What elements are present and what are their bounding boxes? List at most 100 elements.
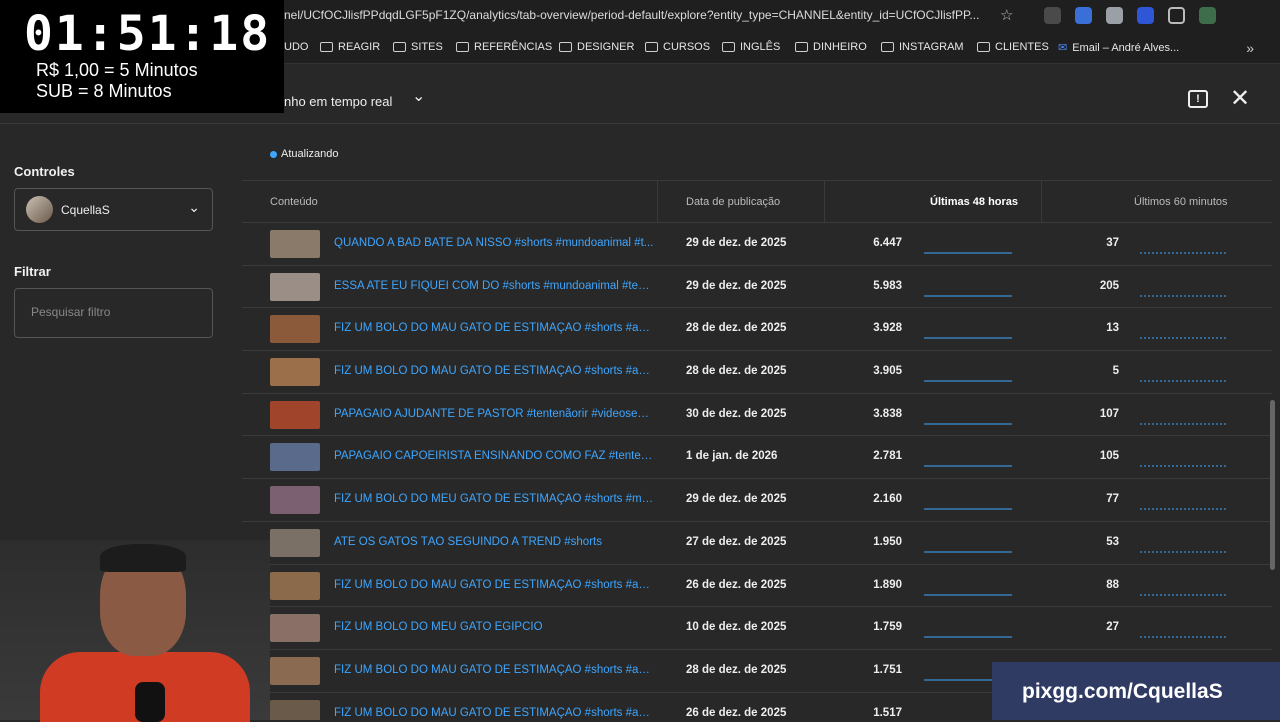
- video-title-link[interactable]: ESSA ATÉ EU FIQUEI COM DÓ #shorts #mundo…: [334, 280, 654, 292]
- avatar: [26, 196, 53, 223]
- video-title-link[interactable]: ATÉ OS GATOS TÃO SEGUINDO A TREND #short…: [334, 536, 654, 548]
- table-row[interactable]: FIZ UM BOLO DO MAU GATO DE ESTIMAÇÃO #sh…: [242, 308, 1272, 352]
- table-row[interactable]: QUANDO A BAD BATE DÁ NISSO #shorts #mund…: [242, 223, 1272, 266]
- column-header-60m[interactable]: Últimos 60 minutos: [1134, 196, 1228, 208]
- bookmark-item[interactable]: INSTAGRAM: [881, 41, 964, 53]
- table-row[interactable]: ATÉ OS GATOS TÃO SEGUINDO A TREND #short…: [242, 522, 1272, 565]
- video-title-link[interactable]: QUANDO A BAD BATE DÁ NISSO #shorts #mund…: [334, 237, 654, 249]
- chevron-down-icon[interactable]: ⌄: [412, 86, 425, 106]
- video-title-link[interactable]: FIZ UM BOLO DO MEU GATO DE ESTIMAÇÃO #sh…: [334, 493, 654, 505]
- sparkline-48h: [924, 295, 1012, 297]
- address-bar[interactable]: nel/UCfOCJlisfPPdqdLGF5pF1ZQ/analytics/t…: [284, 8, 979, 22]
- close-icon[interactable]: ✕: [1230, 84, 1250, 113]
- donation-link: pixgg.com/CquellaS: [1022, 680, 1223, 703]
- views-48h: 1.950: [873, 535, 902, 548]
- microphone: [135, 682, 165, 722]
- video-thumbnail[interactable]: [270, 486, 320, 515]
- video-thumbnail[interactable]: [270, 528, 320, 557]
- extension-icon[interactable]: [1106, 7, 1123, 24]
- publish-date: 27 de dez. de 2025: [686, 535, 787, 548]
- feedback-icon[interactable]: !: [1188, 90, 1208, 108]
- table-row[interactable]: FIZ UM BOLO DO MEU GATO EGÍPCIO 10 de dez…: [242, 607, 1272, 650]
- bookmark-item[interactable]: REFERÊNCIAS: [456, 41, 552, 53]
- bookmark-item[interactable]: INGLÊS: [722, 41, 780, 53]
- channel-name: CquellaS: [61, 203, 110, 217]
- views-60m: 27: [1106, 621, 1119, 634]
- filter-field[interactable]: [14, 288, 213, 338]
- views-48h: 1.890: [873, 578, 902, 591]
- table-row[interactable]: PAPAGAIO AJUDANTE DE PASTOR #tentenãorir…: [242, 394, 1272, 437]
- filter-input[interactable]: [31, 305, 201, 319]
- column-header-date[interactable]: Data de publicação: [686, 196, 780, 208]
- sparkline-48h: [924, 551, 1012, 553]
- video-thumbnail[interactable]: [270, 272, 320, 301]
- video-title-link[interactable]: FIZ UM BOLO DO MEU GATO EGÍPCIO: [334, 621, 654, 633]
- publish-date: 1 de jan. de 2026: [686, 450, 778, 463]
- views-48h: 5.983: [873, 279, 902, 292]
- views-60m: 13: [1106, 322, 1119, 335]
- status-indicator: Atualizando: [270, 148, 339, 160]
- views-48h: 1.751: [873, 663, 902, 676]
- sparkline-60m: [1140, 636, 1228, 638]
- video-title-link[interactable]: FIZ UM BOLO DO MAU GATO DE ESTIMAÇÃO #sh…: [334, 322, 654, 334]
- video-thumbnail[interactable]: [270, 400, 320, 429]
- video-title-link[interactable]: FIZ UM BOLO DO MAU GATO DE ESTIMAÇÃO #sh…: [334, 365, 654, 377]
- donation-banner: pixgg.com/CquellaS: [992, 662, 1280, 720]
- video-title-link[interactable]: PAPAGAIO CAPOEIRISTA ENSINANDO COMO FAZ …: [334, 450, 654, 462]
- video-title-link[interactable]: PAPAGAIO AJUDANTE DE PASTOR #tentenãorir…: [334, 408, 654, 420]
- bookmark-star-icon[interactable]: ☆: [1000, 6, 1013, 24]
- bookmark-item[interactable]: CLIENTES: [977, 41, 1049, 53]
- video-title-link[interactable]: FIZ UM BOLO DO MAU GATO DE ESTIMAÇÃO #sh…: [334, 664, 654, 676]
- extension-icon[interactable]: [1044, 7, 1061, 24]
- sparkline-48h: [924, 380, 1012, 382]
- table-row[interactable]: PAPAGAIO CAPOEIRISTA ENSINANDO COMO FAZ …: [242, 436, 1272, 480]
- video-title-link[interactable]: FIZ UM BOLO DO MAU GATO DE ESTIMAÇÃO #sh…: [334, 579, 654, 591]
- bookmark-item[interactable]: ✉ Email – André Alves...: [1058, 41, 1179, 55]
- bookmark-item[interactable]: DINHEIRO: [795, 41, 867, 53]
- video-title-link[interactable]: FIZ UM BOLO DO MAU GATO DE ESTIMAÇÃO #sh…: [334, 707, 654, 719]
- timer-clock: 01:51:18: [24, 6, 272, 62]
- video-thumbnail[interactable]: [270, 699, 320, 720]
- column-header-content[interactable]: Conteúdo: [270, 196, 318, 208]
- column-header-48h[interactable]: Últimas 48 horas: [930, 196, 1018, 208]
- video-thumbnail[interactable]: [270, 571, 320, 600]
- video-thumbnail[interactable]: [270, 315, 320, 344]
- sparkline-60m: [1140, 423, 1228, 425]
- folder-icon: [320, 42, 333, 52]
- video-thumbnail[interactable]: [270, 358, 320, 387]
- column-divider: [1041, 181, 1042, 223]
- status-text: Atualizando: [281, 148, 339, 160]
- views-60m: 53: [1106, 535, 1119, 548]
- bookmark-item[interactable]: CURSOS: [645, 41, 710, 53]
- video-thumbnail[interactable]: [270, 656, 320, 685]
- sparkline-48h: [924, 423, 1012, 425]
- email-icon: ✉: [1058, 42, 1068, 54]
- video-thumbnail[interactable]: [270, 614, 320, 643]
- sparkline-60m: [1140, 295, 1228, 297]
- puzzle-icon[interactable]: [1168, 7, 1185, 24]
- sparkline-60m: [1140, 337, 1228, 339]
- bookmark-item[interactable]: REAGIR: [320, 41, 380, 53]
- table-row[interactable]: FIZ UM BOLO DO MAU GATO DE ESTIMAÇÃO #sh…: [242, 565, 1272, 608]
- video-thumbnail[interactable]: [270, 443, 320, 472]
- bookmark-item[interactable]: SITES: [393, 41, 443, 53]
- channel-selector[interactable]: CquellaS ⌄: [14, 188, 213, 231]
- scrollbar[interactable]: [1270, 400, 1275, 570]
- extension-icon[interactable]: [1137, 7, 1154, 24]
- sparkline-60m: [1140, 594, 1228, 595]
- video-thumbnail[interactable]: [270, 230, 320, 258]
- views-48h: 1.517: [873, 706, 902, 719]
- table-row[interactable]: ESSA ATÉ EU FIQUEI COM DÓ #shorts #mundo…: [242, 266, 1272, 309]
- extension-icon[interactable]: [1199, 7, 1216, 24]
- bookmark-item[interactable]: DESIGNER: [559, 41, 634, 53]
- views-48h: 3.928: [873, 322, 902, 335]
- table-row[interactable]: FIZ UM BOLO DO MEU GATO DE ESTIMAÇÃO #sh…: [242, 479, 1272, 522]
- stream-timer-overlay: 01:51:18 R$ 1,00 = 5 Minutos SUB = 8 Min…: [0, 0, 284, 113]
- extension-icon[interactable]: [1075, 7, 1092, 24]
- content-table: Conteúdo Data de publicação Últimas 48 h…: [242, 180, 1272, 720]
- webcam-overlay: [0, 540, 270, 722]
- bookmark-item[interactable]: UDO: [284, 41, 308, 53]
- table-row[interactable]: FIZ UM BOLO DO MAU GATO DE ESTIMAÇÃO #sh…: [242, 351, 1272, 394]
- more-bookmarks-icon[interactable]: »: [1246, 40, 1254, 56]
- person-hair: [100, 544, 186, 572]
